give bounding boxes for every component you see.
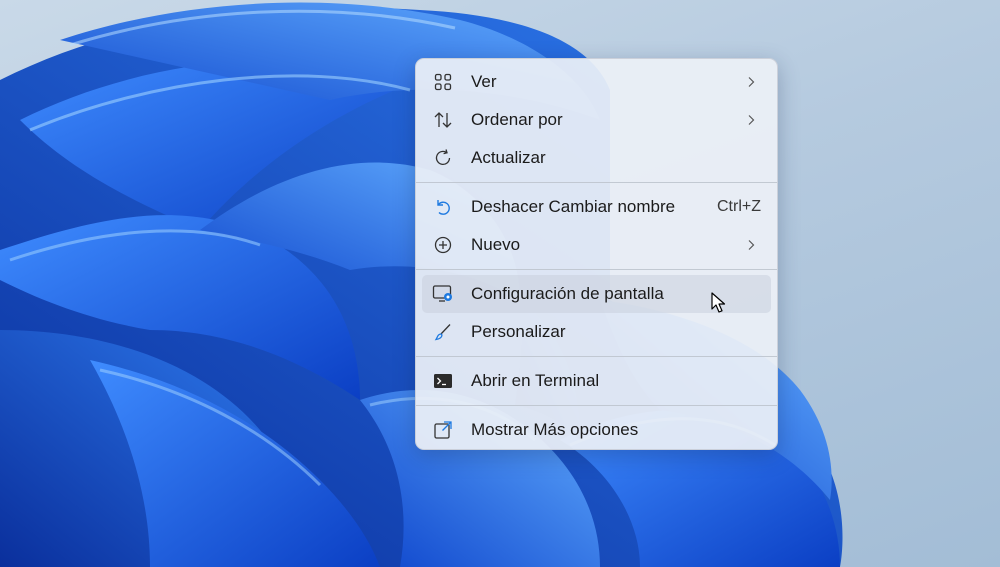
undo-icon (432, 196, 454, 218)
menu-separator (416, 356, 777, 357)
paint-brush-icon (432, 321, 454, 343)
menu-item-personalizar[interactable]: Personalizar (422, 313, 771, 351)
menu-item-label: Ver (471, 72, 497, 91)
desktop-context-menu: Ver Ordenar por Actualizar Deshacer Camb… (415, 58, 778, 450)
menu-item-label: Nuevo (471, 235, 521, 254)
open-external-icon (432, 419, 454, 441)
menu-item-ver[interactable]: Ver (422, 63, 771, 101)
menu-item-label: Ordenar por (471, 110, 563, 129)
grid-view-icon (432, 71, 454, 93)
menu-item-nuevo[interactable]: Nuevo (422, 226, 771, 264)
menu-separator (416, 269, 777, 270)
menu-item-abrir-en-terminal[interactable]: Abrir en Terminal (422, 362, 771, 400)
chevron-right-icon (743, 74, 759, 90)
add-circle-icon (432, 234, 454, 256)
menu-item-ordenar-por[interactable]: Ordenar por (422, 101, 771, 139)
menu-separator (416, 182, 777, 183)
menu-item-label: Deshacer Cambiar nombre (471, 197, 676, 216)
mouse-pointer-icon (711, 292, 726, 313)
desktop[interactable]: Ver Ordenar por Actualizar Deshacer Camb… (0, 0, 1000, 567)
menu-item-label: Actualizar (471, 148, 546, 167)
menu-item-deshacer[interactable]: Deshacer Cambiar nombre Ctrl+Z (422, 188, 771, 226)
sort-arrows-icon (432, 109, 454, 131)
chevron-right-icon (743, 112, 759, 128)
menu-item-actualizar[interactable]: Actualizar (422, 139, 771, 177)
refresh-icon (432, 147, 454, 169)
menu-item-label: Personalizar (471, 322, 566, 341)
terminal-icon (432, 370, 454, 392)
display-settings-icon (432, 283, 454, 305)
menu-item-label: Abrir en Terminal (471, 371, 600, 390)
menu-item-mostrar-mas-opciones[interactable]: Mostrar Más opciones (422, 411, 771, 449)
menu-item-label: Mostrar Más opciones (471, 420, 639, 439)
menu-separator (416, 405, 777, 406)
menu-shortcut: Ctrl+Z (717, 198, 761, 215)
chevron-right-icon (743, 237, 759, 253)
